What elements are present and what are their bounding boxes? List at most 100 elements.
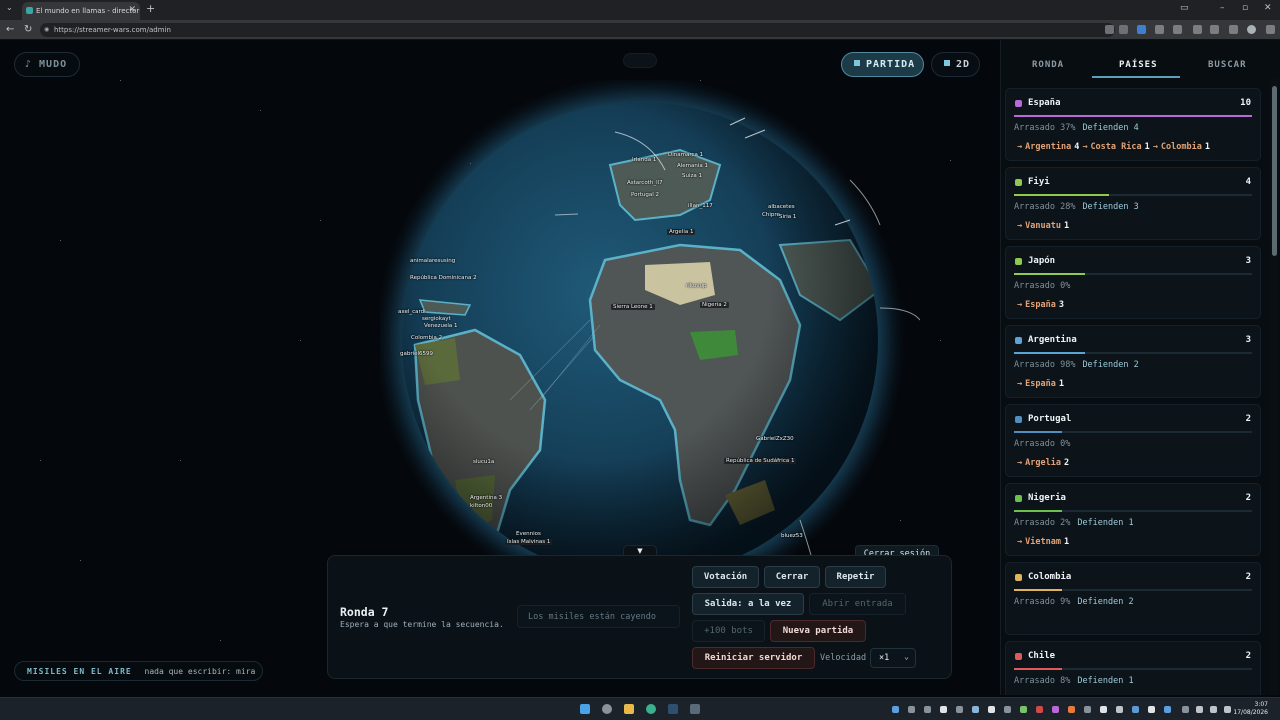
tray-icon[interactable] xyxy=(956,706,963,713)
new-game-button[interactable]: Nueva partida xyxy=(770,620,866,642)
close-button[interactable]: Cerrar xyxy=(764,566,820,588)
tray-icon[interactable] xyxy=(1004,706,1011,713)
globe-label[interactable]: Portugal 2 xyxy=(631,192,659,198)
new-tab-icon[interactable]: + xyxy=(146,2,155,15)
globe-label[interactable]: Astarcoth_ll7 xyxy=(627,180,663,186)
country-card[interactable]: Portugal 2 Arrasado 0% → Argelia 2 xyxy=(1005,404,1261,477)
tray-icon[interactable] xyxy=(940,706,947,713)
profile-avatar[interactable] xyxy=(1247,25,1256,34)
tray-icon[interactable] xyxy=(1020,706,1027,713)
globe-label[interactable]: Alemania 1 xyxy=(677,163,708,169)
globe-label[interactable]: axel_cardi xyxy=(398,309,426,315)
globe-label[interactable]: sergiokayt xyxy=(422,316,451,322)
browser-tab[interactable]: El mundo en llamas - director ✕ xyxy=(22,2,140,20)
close-window-icon[interactable]: ✕ xyxy=(1264,3,1272,13)
menu-icon[interactable] xyxy=(1266,25,1275,34)
tray-icon[interactable] xyxy=(988,706,995,713)
country-card[interactable]: Argentina 3 Arrasado 98% Defienden 2 → España… xyxy=(1005,325,1261,398)
extension-icon[interactable] xyxy=(1173,25,1182,34)
extension-icon[interactable] xyxy=(1155,25,1164,34)
exit-mode-button[interactable]: Salida: a la vez xyxy=(692,593,804,615)
globe-label[interactable]: Irlanda 1 xyxy=(632,157,656,163)
tray-icon[interactable] xyxy=(1068,706,1075,713)
volume-icon[interactable] xyxy=(1224,706,1231,713)
globe-label[interactable]: Venezuela 1 xyxy=(424,323,458,329)
country-card[interactable]: Nigeria 2 Arrasado 2% Defienden 1 → Vietnam 1 xyxy=(1005,483,1261,556)
wifi-icon[interactable] xyxy=(1210,706,1217,713)
site-info-icon[interactable]: ◉ xyxy=(44,26,49,33)
globe-label[interactable]: Argelia 1 xyxy=(667,229,696,235)
close-tab-icon[interactable]: ✕ xyxy=(128,5,136,15)
view-2d-toggle[interactable]: 2D xyxy=(931,52,980,77)
edge-icon[interactable] xyxy=(646,704,656,714)
globe-label[interactable]: illan_117 xyxy=(688,203,713,209)
tab-buscar[interactable]: BUSCAR xyxy=(1208,60,1247,70)
tray-icon[interactable] xyxy=(1164,706,1171,713)
tray-icon[interactable] xyxy=(924,706,931,713)
country-card[interactable]: España 10 Arrasado 37% Defienden 4 → Argentin… xyxy=(1005,88,1261,161)
microphone-icon[interactable] xyxy=(1196,706,1203,713)
country-card[interactable]: Japón 3 Arrasado 0% → España 3 xyxy=(1005,246,1261,319)
extension-icon[interactable] xyxy=(1193,25,1202,34)
globe-label[interactable]: Sierra Leone 1 xyxy=(611,304,655,310)
globe-label[interactable]: Suiza 1 xyxy=(682,173,702,179)
tray-icon[interactable] xyxy=(1116,706,1123,713)
tray-icon[interactable] xyxy=(908,706,915,713)
country-card[interactable]: Colombia 2 Arrasado 9% Defienden 2 xyxy=(1005,562,1261,635)
tray-icon[interactable] xyxy=(1148,706,1155,713)
country-card[interactable]: Chile2Arrasado 8%Defienden 1→España1 xyxy=(1005,641,1261,695)
tray-icon[interactable] xyxy=(892,706,899,713)
steam-icon[interactable] xyxy=(668,704,678,714)
chevron-up-icon[interactable] xyxy=(1182,706,1189,713)
globe-label[interactable]: Evennios xyxy=(516,531,541,537)
file-explorer-icon[interactable] xyxy=(624,704,634,714)
globe-label[interactable]: Chipre xyxy=(762,212,780,218)
back-icon[interactable]: ← xyxy=(6,24,14,35)
globe-label[interactable]: rikuvup xyxy=(686,283,707,289)
restart-server-button[interactable]: Reiniciar servidor xyxy=(692,647,815,669)
globe-label[interactable]: bluez53 xyxy=(781,533,803,539)
globe-label[interactable]: Colombia 2 xyxy=(411,335,442,341)
tray-icon[interactable] xyxy=(1084,706,1091,713)
start-icon[interactable] xyxy=(580,704,590,714)
window-menu-icon[interactable]: ▭ xyxy=(1180,3,1189,13)
clock[interactable]: 3:07 17/08/2026 xyxy=(1233,701,1268,717)
app-icon[interactable] xyxy=(690,704,700,714)
downloads-icon[interactable] xyxy=(1229,25,1238,34)
globe-label[interactable]: animalaresusing xyxy=(410,258,455,264)
globe-label[interactable]: GabrielZxZ30 xyxy=(756,436,794,442)
country-card[interactable]: Fiyi 4 Arrasado 28% Defienden 3 → Vanuatu 1 xyxy=(1005,167,1261,240)
globe-label[interactable]: Siria 1 xyxy=(779,214,796,220)
maximize-icon[interactable]: ▫ xyxy=(1242,3,1248,13)
globe-label[interactable]: gabriel6599 xyxy=(400,351,433,357)
bookmark-icon[interactable] xyxy=(1119,25,1128,34)
globe-label[interactable]: albacetes xyxy=(768,204,795,210)
globe-label[interactable]: Islas Malvinas 1 xyxy=(505,539,553,545)
globe-label[interactable]: República de Sudáfrica 1 xyxy=(724,458,797,464)
tray-icon[interactable] xyxy=(972,706,979,713)
globe-label[interactable]: kilton00 xyxy=(470,503,492,509)
repeat-button[interactable]: Repetir xyxy=(825,566,886,588)
partida-toggle[interactable]: PARTIDA xyxy=(841,52,924,77)
globe-label[interactable]: Argentina 3 xyxy=(470,495,502,501)
reload-icon[interactable]: ↻ xyxy=(24,24,32,35)
search-icon[interactable] xyxy=(602,704,612,714)
extension-icon[interactable] xyxy=(1137,25,1146,34)
globe-label[interactable]: slucu1a xyxy=(473,459,494,465)
globe-label[interactable]: Nigeria 2 xyxy=(700,302,729,308)
zoom-icon[interactable] xyxy=(1105,25,1114,34)
speed-select[interactable]: ×1 ⌄ xyxy=(870,648,916,668)
tab-ronda[interactable]: RONDA xyxy=(1032,60,1064,70)
tray-icon[interactable] xyxy=(1036,706,1043,713)
tray-icon[interactable] xyxy=(1132,706,1139,713)
tab-paises[interactable]: PAÍSES xyxy=(1119,60,1158,70)
url-field[interactable]: ◉ https://streamer-wars.com/admin xyxy=(40,23,1115,37)
mute-button[interactable]: ♪ MUDO xyxy=(14,52,80,77)
scrollbar-thumb[interactable] xyxy=(1272,86,1277,256)
tray-icon[interactable] xyxy=(1100,706,1107,713)
globe-label[interactable]: Dinamarca 1 xyxy=(668,152,703,158)
tab-list-icon[interactable]: ⌄ xyxy=(6,3,13,12)
puzzle-icon[interactable] xyxy=(1210,25,1219,34)
minimize-icon[interactable]: – xyxy=(1220,3,1225,13)
globe-label[interactable]: República Dominicana 2 xyxy=(410,275,477,281)
